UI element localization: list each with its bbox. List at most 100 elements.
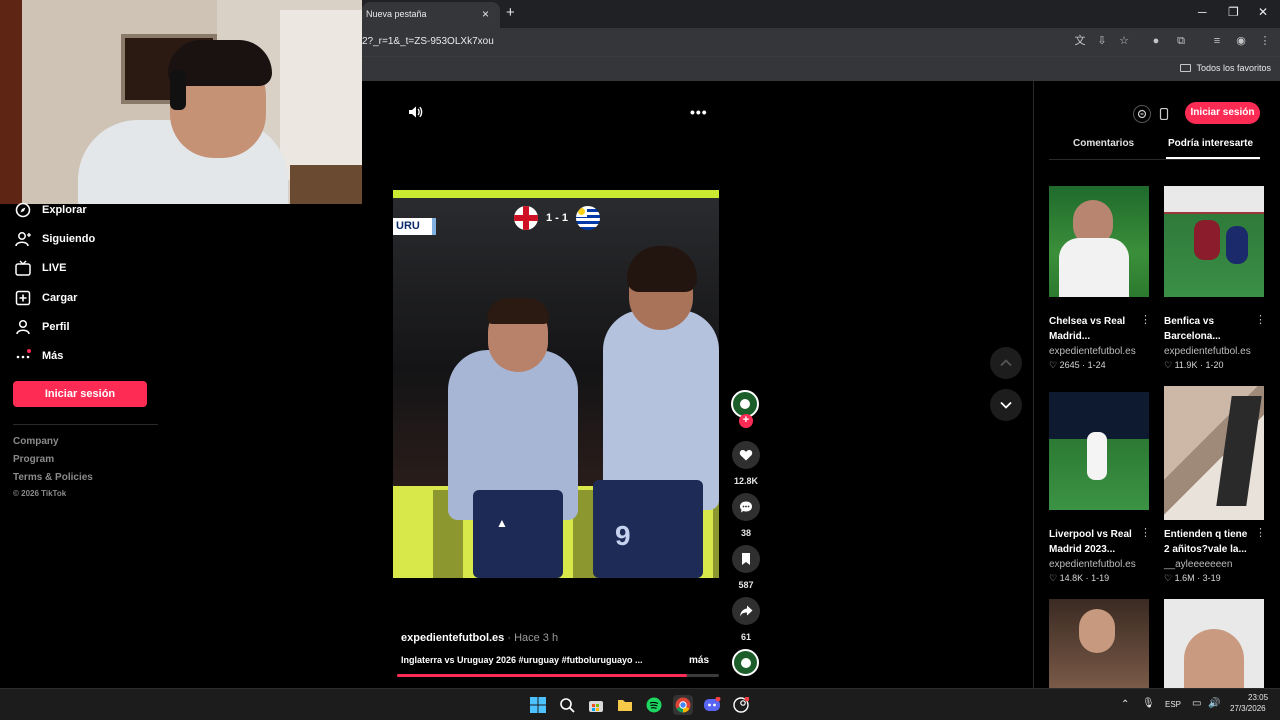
- new-tab-button[interactable]: +: [506, 4, 515, 21]
- previous-video-button[interactable]: [990, 347, 1022, 379]
- card-user[interactable]: expedientefutbol.es: [1049, 559, 1136, 570]
- author-name[interactable]: expedientefutbol.es: [401, 632, 504, 644]
- speaker-icon[interactable]: 🔊: [1208, 698, 1220, 709]
- file-explorer-icon[interactable]: [615, 695, 635, 715]
- card-more-icon[interactable]: ⋮: [1255, 526, 1266, 539]
- steam-icon[interactable]: [731, 695, 751, 715]
- card-thumbnail[interactable]: [1049, 392, 1149, 510]
- tab-podria-interesarte[interactable]: Podría interesarte: [1168, 138, 1253, 149]
- nav-live[interactable]: LIVE: [14, 258, 66, 278]
- video-author[interactable]: expedientefutbol.es · Hace 3 h: [401, 632, 558, 644]
- next-video-button[interactable]: [990, 389, 1022, 421]
- close-window-button[interactable]: ✕: [1258, 5, 1268, 19]
- minimize-button[interactable]: ─: [1198, 5, 1207, 19]
- nav-mas[interactable]: Más: [14, 346, 63, 366]
- translate-icon[interactable]: 文: [1073, 34, 1087, 48]
- card-thumbnail[interactable]: [1164, 599, 1264, 688]
- spotify-icon[interactable]: [644, 695, 664, 715]
- live-tv-icon: [14, 259, 32, 277]
- card-stats: ♡ 11.9K · 1-20: [1164, 360, 1224, 371]
- webcam-overlay: [0, 0, 362, 204]
- card-title[interactable]: Liverpool vs Real Madrid 2023...: [1049, 527, 1139, 557]
- card-stats: ♡ 1.6M · 3-19: [1164, 573, 1221, 584]
- comment-button[interactable]: [732, 493, 760, 521]
- clock-date[interactable]: 27/3/2026: [1230, 704, 1266, 713]
- heart-icon: ♡: [1164, 360, 1173, 370]
- card-likes: 1.6M: [1174, 573, 1195, 583]
- comment-icon: [740, 501, 752, 513]
- footer-link-company[interactable]: Company: [13, 436, 59, 447]
- browser-tab[interactable]: Nueva pestaña ×: [362, 2, 500, 28]
- chrome-icon[interactable]: [673, 695, 693, 715]
- windows-taskbar: ⌃ 🎙 ESP ▭ 🔊 23:05 27/3/2026: [0, 688, 1280, 720]
- all-bookmarks-label: Todos los favoritos: [1196, 63, 1271, 73]
- right-panel: Iniciar sesión Comentarios Podría intere…: [1033, 81, 1280, 688]
- card-more-icon[interactable]: ⋮: [1255, 313, 1266, 326]
- card-more-icon[interactable]: ⋮: [1140, 526, 1151, 539]
- footer-link-terms[interactable]: Terms & Policies: [13, 472, 93, 483]
- card-stats: ♡ 14.8K · 1-19: [1049, 573, 1109, 584]
- card-more-icon[interactable]: ⋮: [1140, 313, 1151, 326]
- nav-cargar[interactable]: Cargar: [14, 288, 77, 308]
- card-title[interactable]: Chelsea vs Real Madrid...: [1049, 314, 1139, 344]
- save-button[interactable]: [732, 545, 760, 573]
- video-more-icon[interactable]: •••: [690, 104, 708, 120]
- tab-comentarios[interactable]: Comentarios: [1073, 138, 1134, 149]
- extensions-icon[interactable]: ⧉: [1174, 34, 1188, 48]
- windows-start-icon[interactable]: [528, 695, 548, 715]
- card-title[interactable]: Benfica vs Barcelona...: [1164, 314, 1254, 344]
- card-thumbnail[interactable]: [1049, 599, 1149, 688]
- card-thumbnail[interactable]: [1164, 186, 1264, 297]
- profile-icon[interactable]: ◉: [1234, 34, 1248, 48]
- install-app-icon[interactable]: ⇩: [1095, 34, 1109, 48]
- like-button[interactable]: [732, 441, 760, 469]
- all-bookmarks-button[interactable]: Todos los favoritos: [1180, 63, 1271, 73]
- card-thumbnail[interactable]: [1164, 386, 1264, 520]
- video-player[interactable]: 9 URU 1 - 1 ▲: [393, 190, 719, 578]
- music-disc-avatar[interactable]: [732, 649, 759, 676]
- footer-link-program[interactable]: Program: [13, 454, 54, 465]
- network-icon[interactable]: ▭: [1192, 698, 1201, 709]
- bookmark-star-icon[interactable]: ☆: [1117, 34, 1131, 48]
- card-user[interactable]: __ayleeeeeeen: [1164, 559, 1232, 570]
- stats-dot: ·: [1082, 360, 1086, 370]
- nav-explorar[interactable]: Explorar: [14, 200, 87, 220]
- chevron-down-icon: [1000, 401, 1012, 409]
- nav-siguiendo[interactable]: Siguiendo: [14, 229, 95, 249]
- card-user[interactable]: expedientefutbol.es: [1164, 346, 1251, 357]
- player-1-shorts: [473, 490, 563, 578]
- microphone-icon[interactable]: 🎙: [1142, 698, 1155, 709]
- search-icon[interactable]: [557, 695, 577, 715]
- discord-icon[interactable]: [702, 695, 722, 715]
- thumb-player: [1194, 220, 1220, 260]
- card-thumbnail[interactable]: [1049, 186, 1149, 297]
- effects-icon[interactable]: [1133, 105, 1151, 123]
- language-indicator[interactable]: ESP: [1165, 700, 1181, 709]
- nav-perfil[interactable]: Perfil: [14, 317, 70, 337]
- webcam-curtain: [280, 10, 362, 180]
- like-count: 12.8K: [733, 476, 759, 486]
- volume-icon[interactable]: [407, 104, 423, 120]
- tab-close-icon[interactable]: ×: [482, 7, 489, 21]
- follow-plus-icon[interactable]: +: [739, 414, 753, 428]
- store-icon[interactable]: [586, 695, 606, 715]
- profile-icon: [14, 318, 32, 336]
- panel-login-button[interactable]: Iniciar sesión: [1185, 102, 1260, 124]
- share-button[interactable]: [732, 597, 760, 625]
- media-icon[interactable]: ≡: [1210, 34, 1224, 48]
- card-title[interactable]: Entienden q tiene 2 añitos?vale la...: [1164, 527, 1254, 557]
- browser-menu-icon[interactable]: ⋮: [1258, 34, 1272, 48]
- login-button[interactable]: Iniciar sesión: [13, 381, 147, 407]
- caption-more-button[interactable]: más: [689, 655, 709, 666]
- tray-chevron-up-icon[interactable]: ⌃: [1121, 699, 1129, 710]
- extension-color-icon[interactable]: ●: [1149, 34, 1163, 48]
- address-bar[interactable]: 2?_r=1&_t=ZS-953OLXk7xou: [362, 36, 494, 47]
- save-count: 587: [738, 580, 754, 590]
- bookmark-icon: [742, 553, 750, 565]
- card-user[interactable]: expedientefutbol.es: [1049, 346, 1136, 357]
- restore-button[interactable]: ❐: [1228, 5, 1239, 19]
- device-icon[interactable]: [1155, 105, 1173, 123]
- clock-time[interactable]: 23:05: [1248, 693, 1268, 702]
- video-progress-bar[interactable]: [397, 674, 719, 677]
- thumb-jersey: [1059, 238, 1129, 297]
